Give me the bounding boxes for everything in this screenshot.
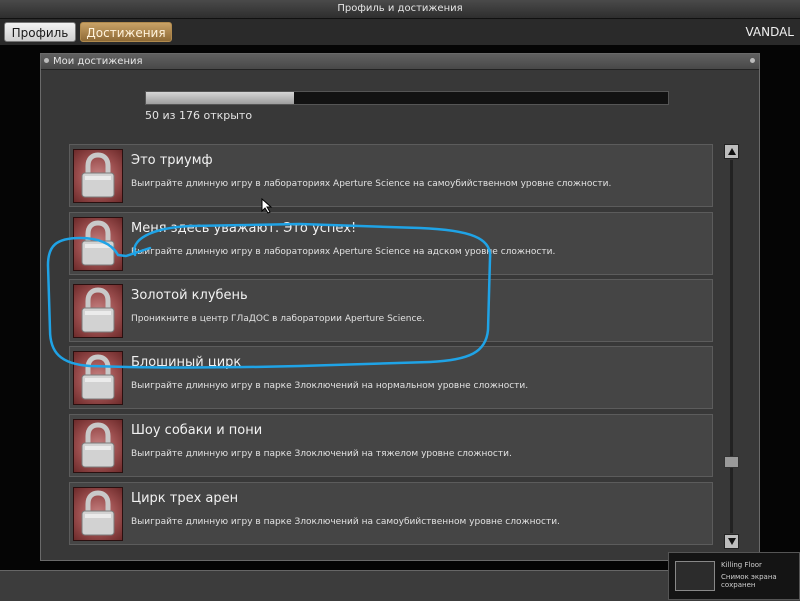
- app-window: Профиль и достижения Профиль Достижения …: [0, 0, 800, 601]
- achievement-description: Выиграйте длинную игру в парке Злоключен…: [131, 449, 512, 459]
- panel-header: Мои достижения: [41, 54, 759, 70]
- scroll-track[interactable]: [730, 160, 733, 533]
- screenshot-thumbnail: [675, 561, 715, 591]
- achievement-item[interactable]: Меня здесь уважают. Это успех! Выиграйте…: [69, 212, 713, 275]
- achievement-progress-bar: [145, 91, 669, 105]
- arrow-up-icon: [728, 148, 736, 155]
- arrow-down-icon: [728, 538, 736, 545]
- achievement-description: Выиграйте длинную игру в парке Злоключен…: [131, 517, 560, 527]
- lock-icon: [73, 487, 123, 541]
- screenshot-notification[interactable]: Killing Floor Снимок экрана сохранен: [668, 552, 800, 600]
- scroll-down-button[interactable]: [724, 534, 739, 549]
- progress-bar-fill: [146, 92, 295, 104]
- achievement-description: Выиграйте длинную игру в лабораториях Ap…: [131, 247, 556, 257]
- achievement-item[interactable]: Цирк трех арен Выиграйте длинную игру в …: [69, 482, 713, 545]
- achievement-list: Это триумф Выиграйте длинную игру в лабо…: [69, 144, 713, 549]
- lock-icon: [73, 217, 123, 271]
- achievement-item[interactable]: Блошиный цирк Выиграйте длинную игру в п…: [69, 346, 713, 409]
- achievement-name: Цирк трех арен: [131, 491, 239, 506]
- scroll-up-button[interactable]: [724, 144, 739, 159]
- achievements-panel: Мои достижения 50 из 176 открыто Это три…: [40, 53, 760, 561]
- lock-icon: [73, 284, 123, 338]
- panel-grip-icon-right: [750, 58, 755, 63]
- window-titlebar[interactable]: Профиль и достижения: [0, 0, 800, 19]
- lock-icon: [73, 419, 123, 473]
- achievement-description: Выиграйте длинную игру в лабораториях Ap…: [131, 179, 612, 189]
- achievement-item[interactable]: Золотой клубень Проникните в центр ГЛаДО…: [69, 279, 713, 342]
- achievement-item[interactable]: Это триумф Выиграйте длинную игру в лабо…: [69, 144, 713, 207]
- achievement-name: Блошиный цирк: [131, 355, 242, 370]
- achievement-description: Проникните в центр ГЛаДОС в лаборатории …: [131, 314, 425, 324]
- username-label: VANDAL: [745, 25, 794, 39]
- panel-grip-icon: [44, 58, 49, 63]
- achievement-name: Меня здесь уважают. Это успех!: [131, 221, 357, 236]
- achievement-name: Шоу собаки и пони: [131, 423, 263, 438]
- achievement-name: Это триумф: [131, 153, 213, 168]
- list-scrollbar[interactable]: [724, 144, 740, 549]
- lock-icon: [73, 351, 123, 405]
- notification-message: Снимок экрана сохранен: [721, 573, 777, 589]
- achievement-item[interactable]: Шоу собаки и пони Выиграйте длинную игру…: [69, 414, 713, 477]
- achievement-name: Золотой клубень: [131, 288, 248, 303]
- tab-achievements[interactable]: Достижения: [80, 22, 172, 42]
- lock-icon: [73, 149, 123, 203]
- scroll-thumb[interactable]: [724, 456, 739, 469]
- achievement-description: Выиграйте длинную игру в парке Злоключен…: [131, 381, 529, 391]
- panel-title: Мои достижения: [53, 56, 143, 67]
- tab-profile[interactable]: Профиль: [4, 22, 76, 42]
- mouse-cursor-icon: [261, 198, 273, 214]
- progress-text: 50 из 176 открыто: [145, 109, 253, 122]
- tab-bar: Профиль Достижения VANDAL: [0, 19, 800, 45]
- window-title: Профиль и достижения: [337, 3, 463, 14]
- notification-app: Killing Floor: [721, 561, 762, 569]
